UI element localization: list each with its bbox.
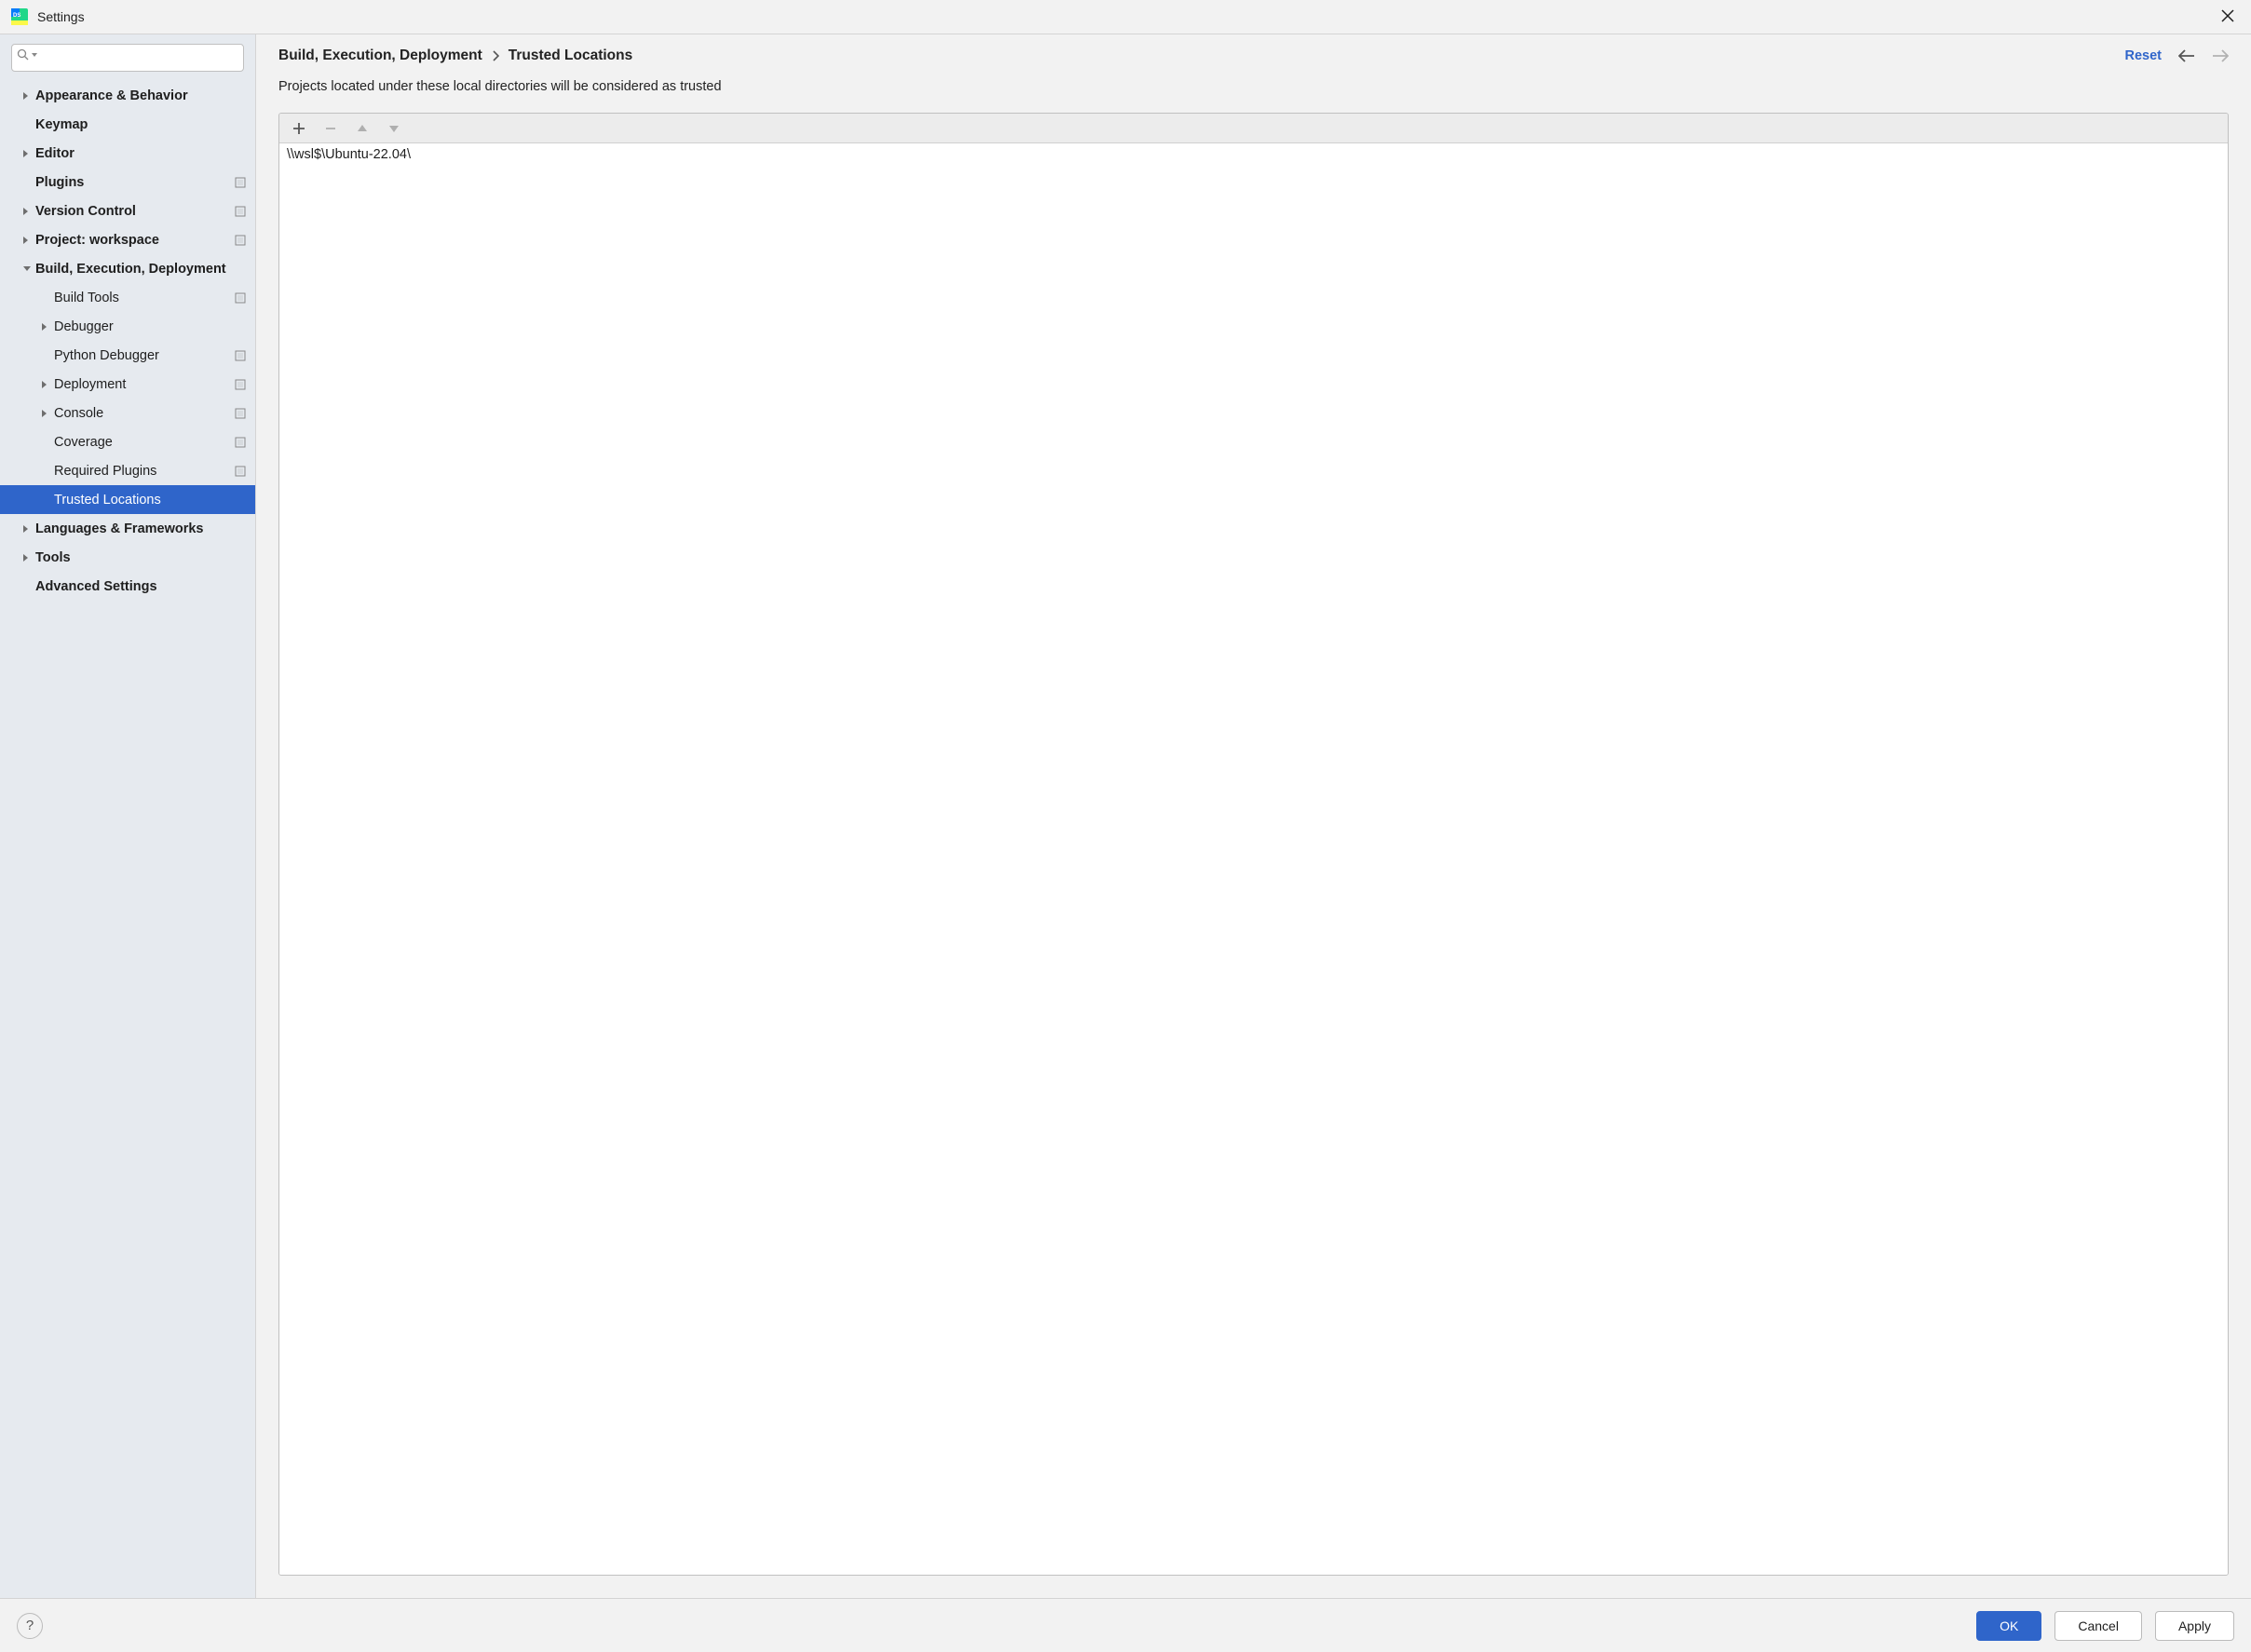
tree-item-label: Debugger [54, 319, 114, 334]
tree-item-label: Keymap [35, 117, 88, 132]
dialog-footer: ? OK Cancel Apply [0, 1598, 2251, 1652]
trusted-locations-list: \\wsl$\Ubuntu-22.04\ [278, 113, 2229, 1576]
project-scope-icon [235, 235, 246, 246]
chevron-right-icon[interactable] [22, 207, 32, 216]
breadcrumb: Build, Execution, Deployment Trusted Loc… [278, 47, 632, 64]
tree-item-build-tools[interactable]: Build Tools [0, 283, 255, 312]
search-input[interactable] [11, 44, 244, 72]
tree-item-python-debugger[interactable]: Python Debugger [0, 341, 255, 370]
tree-item-label: Advanced Settings [35, 579, 157, 594]
content-pane: Build, Execution, Deployment Trusted Loc… [256, 34, 2251, 1598]
project-scope-icon [235, 206, 246, 217]
tree-item-editor[interactable]: Editor [0, 139, 255, 168]
project-scope-icon [235, 408, 246, 419]
tree-item-required-plugins[interactable]: Required Plugins [0, 456, 255, 485]
tree-item-label: Version Control [35, 204, 136, 219]
tree-item-label: Build Tools [54, 291, 119, 305]
close-button[interactable] [2216, 6, 2240, 29]
tree-item-trusted-locations[interactable]: Trusted Locations [0, 485, 255, 514]
chevron-right-icon[interactable] [22, 524, 32, 534]
breadcrumb-leaf: Trusted Locations [509, 47, 633, 64]
list-body: \\wsl$\Ubuntu-22.04\ [279, 143, 2228, 1575]
tree-item-version-control[interactable]: Version Control [0, 196, 255, 225]
chevron-right-icon[interactable] [22, 149, 32, 158]
list-toolbar [279, 114, 2228, 143]
page-description: Projects located under these local direc… [256, 72, 2251, 113]
chevron-right-icon[interactable] [41, 380, 50, 389]
settings-dialog: DS Settings Appearance & Behavior Keymap E… [0, 0, 2251, 1652]
tree-item-label: Python Debugger [54, 348, 159, 363]
tree-item-coverage[interactable]: Coverage [0, 427, 255, 456]
tree-item-label: Plugins [35, 175, 84, 190]
tree-item-label: Languages & Frameworks [35, 521, 204, 536]
tree-item-appearance-behavior[interactable]: Appearance & Behavior [0, 81, 255, 110]
chevron-right-icon[interactable] [22, 553, 32, 562]
tree-item-label: Appearance & Behavior [35, 88, 188, 103]
tree-item-debugger[interactable]: Debugger [0, 312, 255, 341]
breadcrumb-parent[interactable]: Build, Execution, Deployment [278, 47, 482, 64]
tree-item-deployment[interactable]: Deployment [0, 370, 255, 399]
project-scope-icon [235, 350, 246, 361]
help-button[interactable]: ? [17, 1613, 43, 1639]
project-scope-icon [235, 379, 246, 390]
chevron-right-icon[interactable] [22, 236, 32, 245]
move-down-button[interactable] [382, 116, 406, 141]
tree-item-console[interactable]: Console [0, 399, 255, 427]
chevron-right-icon[interactable] [41, 409, 50, 418]
tree-item-label: Trusted Locations [54, 493, 161, 508]
tree-item-label: Build, Execution, Deployment [35, 262, 226, 277]
titlebar: DS Settings [0, 0, 2251, 34]
tree-item-plugins[interactable]: Plugins [0, 168, 255, 196]
chevron-down-icon[interactable] [22, 265, 32, 273]
tree-item-label: Required Plugins [54, 464, 156, 479]
tree-item-label: Project: workspace [35, 233, 159, 248]
project-scope-icon [235, 177, 246, 188]
tree-item-label: Coverage [54, 435, 113, 450]
window-title: Settings [37, 9, 85, 24]
tree-item-label: Console [54, 406, 103, 421]
chevron-right-icon[interactable] [22, 91, 32, 101]
reset-link[interactable]: Reset [2125, 48, 2163, 63]
list-item[interactable]: \\wsl$\Ubuntu-22.04\ [279, 143, 2228, 166]
project-scope-icon [235, 466, 246, 477]
chevron-right-icon[interactable] [41, 322, 50, 332]
tree-item-label: Editor [35, 146, 75, 161]
search-icon [17, 48, 38, 61]
ok-button[interactable]: OK [1976, 1611, 2041, 1641]
nav-forward-button [2212, 49, 2229, 62]
project-scope-icon [235, 292, 246, 304]
app-icon: DS [11, 8, 28, 25]
breadcrumb-separator-icon [492, 50, 499, 61]
tree-item-project-workspace[interactable]: Project: workspace [0, 225, 255, 254]
move-up-button[interactable] [350, 116, 374, 141]
cancel-button[interactable]: Cancel [2054, 1611, 2142, 1641]
apply-button[interactable]: Apply [2155, 1611, 2234, 1641]
tree-item-build-execution-deployment[interactable]: Build, Execution, Deployment [0, 254, 255, 283]
tree-item-keymap[interactable]: Keymap [0, 110, 255, 139]
tree-item-advanced-settings[interactable]: Advanced Settings [0, 572, 255, 601]
tree-item-tools[interactable]: Tools [0, 543, 255, 572]
project-scope-icon [235, 437, 246, 448]
sidebar: Appearance & Behavior Keymap Editor Plugins… [0, 34, 256, 1598]
nav-back-button[interactable] [2178, 49, 2195, 62]
tree-item-label: Tools [35, 550, 71, 565]
add-button[interactable] [287, 116, 311, 141]
remove-button[interactable] [319, 116, 343, 141]
tree-item-languages-frameworks[interactable]: Languages & Frameworks [0, 514, 255, 543]
tree-item-label: Deployment [54, 377, 126, 392]
svg-text:DS: DS [13, 13, 20, 19]
settings-tree: Appearance & Behavior Keymap Editor Plugins… [0, 81, 255, 1598]
